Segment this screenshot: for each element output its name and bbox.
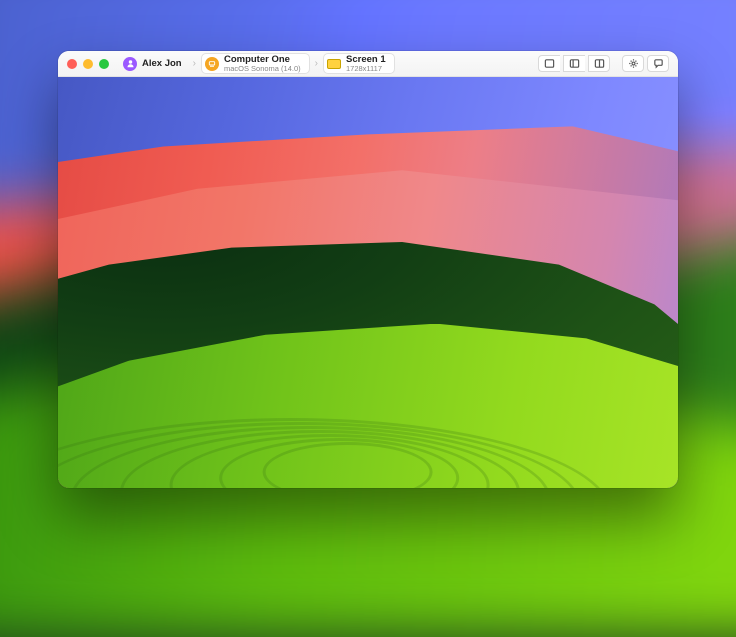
remote-desktop-window: Alex Jon › Computer One macOS Sonoma (14… [58,51,678,488]
chevron-right-icon: › [193,58,196,69]
breadcrumb-computer[interactable]: Computer One macOS Sonoma (14.0) [201,53,310,74]
terrace-pattern [58,238,678,488]
user-name: Alex Jon [142,58,182,69]
breadcrumb-screen[interactable]: Screen 1 1728x1117 [323,53,395,74]
toolbar-controls [538,55,669,72]
computer-icon [205,57,219,71]
layout-split-button[interactable] [588,55,610,72]
display-icon [327,59,341,69]
user-icon [123,57,137,71]
chat-button[interactable] [647,55,669,72]
settings-button[interactable] [622,55,644,72]
layout-sidebar-button[interactable] [563,55,585,72]
computer-os: macOS Sonoma (14.0) [224,65,301,73]
chevron-right-icon: › [315,58,318,69]
breadcrumb-user[interactable]: Alex Jon [120,55,188,73]
zoom-button[interactable] [99,59,109,69]
titlebar: Alex Jon › Computer One macOS Sonoma (14… [58,51,678,77]
layout-single-button[interactable] [538,55,560,72]
minimize-button[interactable] [83,59,93,69]
remote-desktop-view[interactable] [58,77,678,488]
screen-resolution: 1728x1117 [346,65,386,73]
traffic-lights [67,59,109,69]
close-button[interactable] [67,59,77,69]
